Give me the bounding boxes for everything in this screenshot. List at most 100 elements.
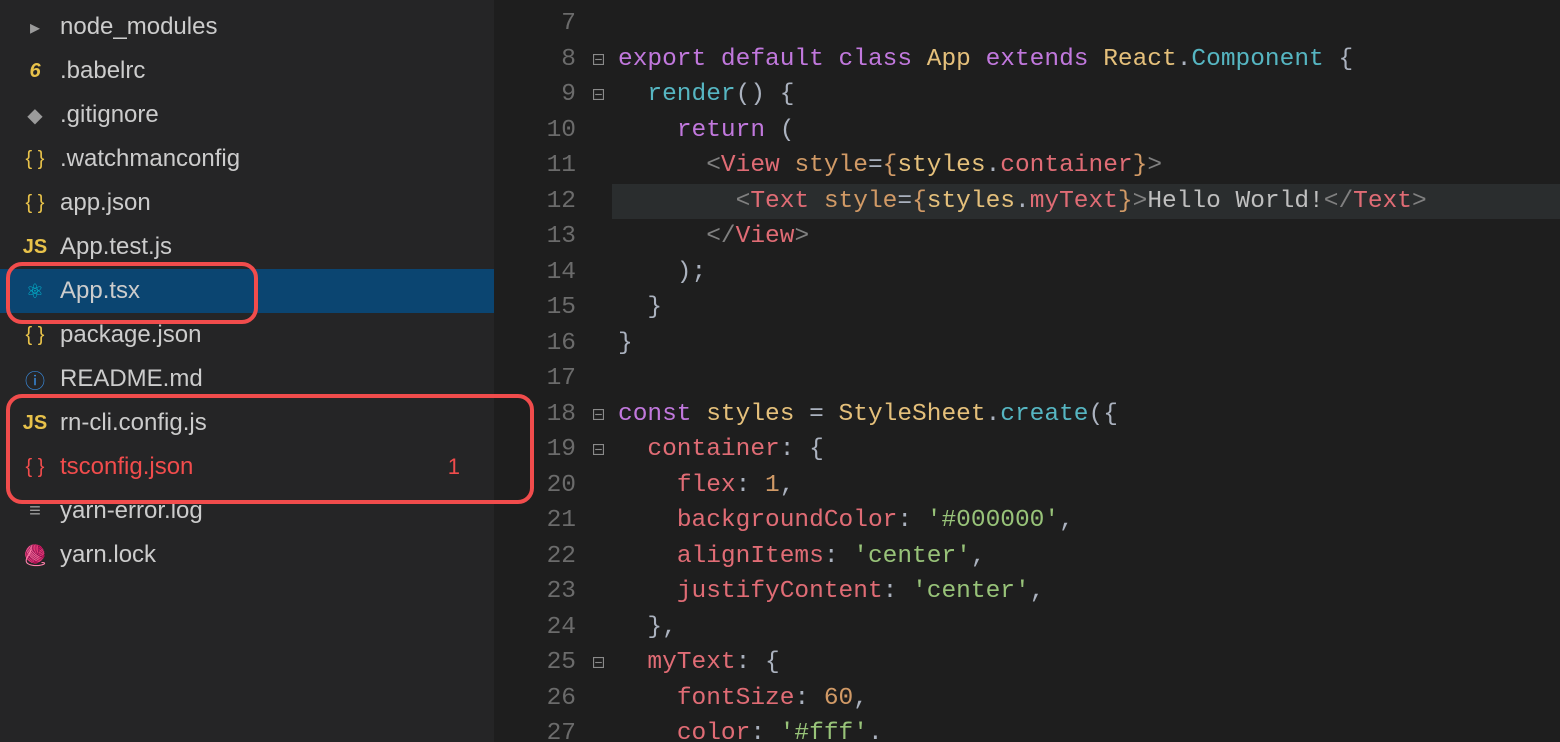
fold-marker[interactable] (584, 468, 612, 504)
token-kw: class (839, 46, 913, 73)
token-pun: : (897, 507, 926, 534)
fold-marker[interactable] (584, 610, 612, 646)
token-type: React (1103, 46, 1177, 73)
file-item-yarn-lock[interactable]: 🧶yarn.lock (0, 533, 494, 577)
code-line[interactable]: return ( (612, 113, 1560, 149)
fold-marker[interactable] (584, 42, 612, 78)
token-attr: { (912, 188, 927, 215)
token-pun: : { (780, 436, 824, 463)
line-number: 23 (494, 574, 584, 610)
fold-marker[interactable] (584, 6, 612, 42)
token-tag: > (1412, 188, 1427, 215)
line-number: 12 (494, 184, 584, 220)
fold-marker[interactable] (584, 361, 612, 397)
token-tag: < (706, 152, 721, 179)
file-label: app.json (60, 189, 151, 217)
fold-marker[interactable] (584, 113, 612, 149)
code-line[interactable]: <Text style={styles.myText}>Hello World!… (612, 184, 1560, 220)
file-item-node-modules[interactable]: ▸node_modules (0, 5, 494, 49)
token-txt: Hello World! (1147, 188, 1323, 215)
fold-marker[interactable] (584, 432, 612, 468)
code-line[interactable]: } (612, 326, 1560, 362)
git-icon: ◆ (22, 103, 48, 128)
fold-gutter[interactable] (584, 0, 612, 742)
file-item-rn-cli-config-js[interactable]: JSrn-cli.config.js (0, 401, 494, 445)
info-icon: ⓘ (22, 365, 48, 394)
file-item--gitignore[interactable]: ◆ .gitignore (0, 93, 494, 137)
file-item-yarn-error-log[interactable]: ≡yarn-error.log (0, 489, 494, 533)
fold-marker[interactable] (584, 681, 612, 717)
token-pun: ({ (1089, 401, 1118, 428)
fold-marker[interactable] (584, 645, 612, 681)
fold-marker[interactable] (584, 716, 612, 742)
code-line[interactable]: backgroundColor: '#000000', (612, 503, 1560, 539)
token-type2: Text (1353, 188, 1412, 215)
code-editor[interactable]: 789101112131415161718192021222324252627 … (494, 0, 1560, 742)
file-label: tsconfig.json (60, 453, 193, 481)
token-pun: . (868, 720, 883, 742)
code-area[interactable]: export default class App extends React.C… (612, 0, 1560, 742)
token-pun: . (986, 401, 1001, 428)
token-prop: myText (1030, 188, 1118, 215)
code-line[interactable]: export default class App extends React.C… (612, 42, 1560, 78)
token-prop: fontSize (677, 685, 795, 712)
token-type2: View (721, 152, 780, 179)
code-line[interactable]: container: { (612, 432, 1560, 468)
code-line[interactable]: flex: 1, (612, 468, 1560, 504)
file-item-app-test-js[interactable]: JS App.test.js (0, 225, 494, 269)
code-line[interactable]: <View style={styles.container}> (612, 148, 1560, 184)
file-item-package-json[interactable]: { }package.json (0, 313, 494, 357)
line-number: 26 (494, 681, 584, 717)
js-icon: JS (22, 236, 48, 259)
file-item--watchmanconfig[interactable]: { }.watchmanconfig (0, 137, 494, 181)
line-number: 21 (494, 503, 584, 539)
token-attr: } (1118, 188, 1133, 215)
code-line[interactable] (612, 361, 1560, 397)
fold-marker[interactable] (584, 503, 612, 539)
token-kw: default (721, 46, 824, 73)
file-explorer[interactable]: ▸node_modules6.babelrc ◆ .gitignore { }.wat… (0, 0, 494, 742)
code-line[interactable]: render() { (612, 77, 1560, 113)
fold-marker[interactable] (584, 290, 612, 326)
token-pun: ( (765, 117, 794, 144)
token-tag: > (794, 223, 809, 250)
line-number: 17 (494, 361, 584, 397)
token-pun: : (794, 685, 823, 712)
file-item-app-tsx[interactable]: ⚛App.tsx (0, 269, 494, 313)
fold-marker[interactable] (584, 77, 612, 113)
file-item-readme-md[interactable]: ⓘREADME.md (0, 357, 494, 401)
fold-marker[interactable] (584, 148, 612, 184)
code-line[interactable]: </View> (612, 219, 1560, 255)
file-item--babelrc[interactable]: 6.babelrc (0, 49, 494, 93)
token-kw: const (618, 401, 692, 428)
file-item-tsconfig-json[interactable]: { }tsconfig.json1 (0, 445, 494, 489)
code-line[interactable]: color: '#fff'. (612, 716, 1560, 742)
code-line[interactable]: justifyContent: 'center', (612, 574, 1560, 610)
token-pun (1089, 46, 1104, 73)
code-line[interactable]: fontSize: 60, (612, 681, 1560, 717)
token-pun: = (868, 152, 883, 179)
token-pun: , (1030, 578, 1045, 605)
file-label: .gitignore (60, 101, 159, 129)
code-line[interactable]: } (612, 290, 1560, 326)
line-number: 8 (494, 42, 584, 78)
file-item-app-json[interactable]: { }app.json (0, 181, 494, 225)
code-line[interactable]: ); (612, 255, 1560, 291)
code-line[interactable]: const styles = StyleSheet.create({ (612, 397, 1560, 433)
fold-marker[interactable] (584, 539, 612, 575)
fold-marker[interactable] (584, 219, 612, 255)
code-line[interactable]: }, (612, 610, 1560, 646)
token-pun: } (618, 294, 662, 321)
token-fn: create (1000, 401, 1088, 428)
fold-marker[interactable] (584, 397, 612, 433)
fold-marker[interactable] (584, 184, 612, 220)
fold-marker[interactable] (584, 574, 612, 610)
code-line[interactable]: myText: { (612, 645, 1560, 681)
code-line[interactable] (612, 6, 1560, 42)
code-line[interactable]: alignItems: 'center', (612, 539, 1560, 575)
token-type2: Text (750, 188, 809, 215)
token-pun (618, 188, 736, 215)
fold-marker[interactable] (584, 326, 612, 362)
file-label: App.test.js (60, 233, 172, 261)
fold-marker[interactable] (584, 255, 612, 291)
